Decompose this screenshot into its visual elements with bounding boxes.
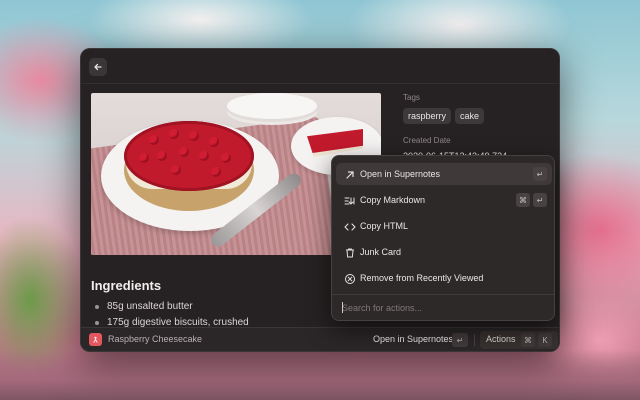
menu-item-label: Junk Card xyxy=(360,247,402,257)
image-berry xyxy=(139,153,149,163)
actions-menu: Open in Supernotes ↵ Copy Markdown ⌘ ↵ C… xyxy=(331,155,555,321)
actions-button-label: Actions xyxy=(486,334,516,344)
back-button[interactable] xyxy=(89,58,107,76)
image-berry xyxy=(169,129,179,139)
tag-cake[interactable]: cake xyxy=(455,108,485,124)
footer-title: Raspberry Cheesecake xyxy=(108,334,203,344)
menu-item-label: Remove from Recently Viewed xyxy=(360,273,484,283)
image-plate-stack xyxy=(227,93,317,119)
image-berry xyxy=(209,137,219,147)
enter-key-hint: ↵ xyxy=(452,333,468,347)
command-key-hint: ⌘ xyxy=(521,333,535,347)
background-scenery xyxy=(0,350,640,400)
header-divider xyxy=(81,83,559,84)
action-search-input[interactable] xyxy=(342,301,542,315)
created-date-label: Created Date xyxy=(403,136,451,145)
menu-item-label: Copy HTML xyxy=(360,221,409,231)
command-key-hint: ⌘ xyxy=(516,193,530,207)
image-berry xyxy=(211,167,221,177)
image-berry xyxy=(221,153,231,163)
person-icon xyxy=(93,336,98,343)
image-berry xyxy=(189,131,199,141)
menu-item-copy-html[interactable]: Copy HTML xyxy=(336,215,552,237)
text-caret xyxy=(342,302,343,313)
image-berry xyxy=(149,135,159,145)
image-berry xyxy=(199,151,209,161)
remove-circle-icon xyxy=(344,272,356,284)
menu-item-label: Copy Markdown xyxy=(360,195,426,205)
menu-item-open-in-supernotes[interactable]: Open in Supernotes ↵ xyxy=(336,163,552,185)
footer-separator xyxy=(474,334,475,346)
tags-label: Tags xyxy=(403,93,420,102)
app-logo-icon xyxy=(89,333,102,346)
tag-raspberry[interactable]: raspberry xyxy=(403,108,452,124)
k-key-hint: K xyxy=(538,333,552,347)
image-berry xyxy=(171,165,181,175)
menu-divider xyxy=(332,294,554,295)
menu-item-copy-markdown[interactable]: Copy Markdown ⌘ ↵ xyxy=(336,189,552,211)
arrow-up-right-icon xyxy=(344,168,356,180)
enter-key-hint: ↵ xyxy=(533,193,547,207)
markdown-icon xyxy=(344,194,356,206)
footer-bar: Raspberry Cheesecake Open in Supernotes … xyxy=(81,327,559,351)
ingredients-heading: Ingredients xyxy=(91,278,162,293)
list-item: 85g unsalted butter xyxy=(95,299,249,315)
menu-item-junk-card[interactable]: Junk Card xyxy=(336,241,552,263)
image-berry xyxy=(157,151,167,161)
menu-item-label: Open in Supernotes xyxy=(360,169,441,179)
tag-list: raspberry cake xyxy=(403,108,553,124)
arrow-left-icon xyxy=(94,63,102,71)
open-in-supernotes-button[interactable]: Open in Supernotes xyxy=(373,334,453,344)
metadata-panel: Tags raspberry cake Created Date 2020-06… xyxy=(403,93,553,161)
menu-item-remove-from-recently-viewed[interactable]: Remove from Recently Viewed xyxy=(336,267,552,289)
code-icon xyxy=(344,220,356,232)
image-berry xyxy=(179,147,189,157)
trash-icon xyxy=(344,246,356,258)
enter-key-hint: ↵ xyxy=(533,167,547,181)
